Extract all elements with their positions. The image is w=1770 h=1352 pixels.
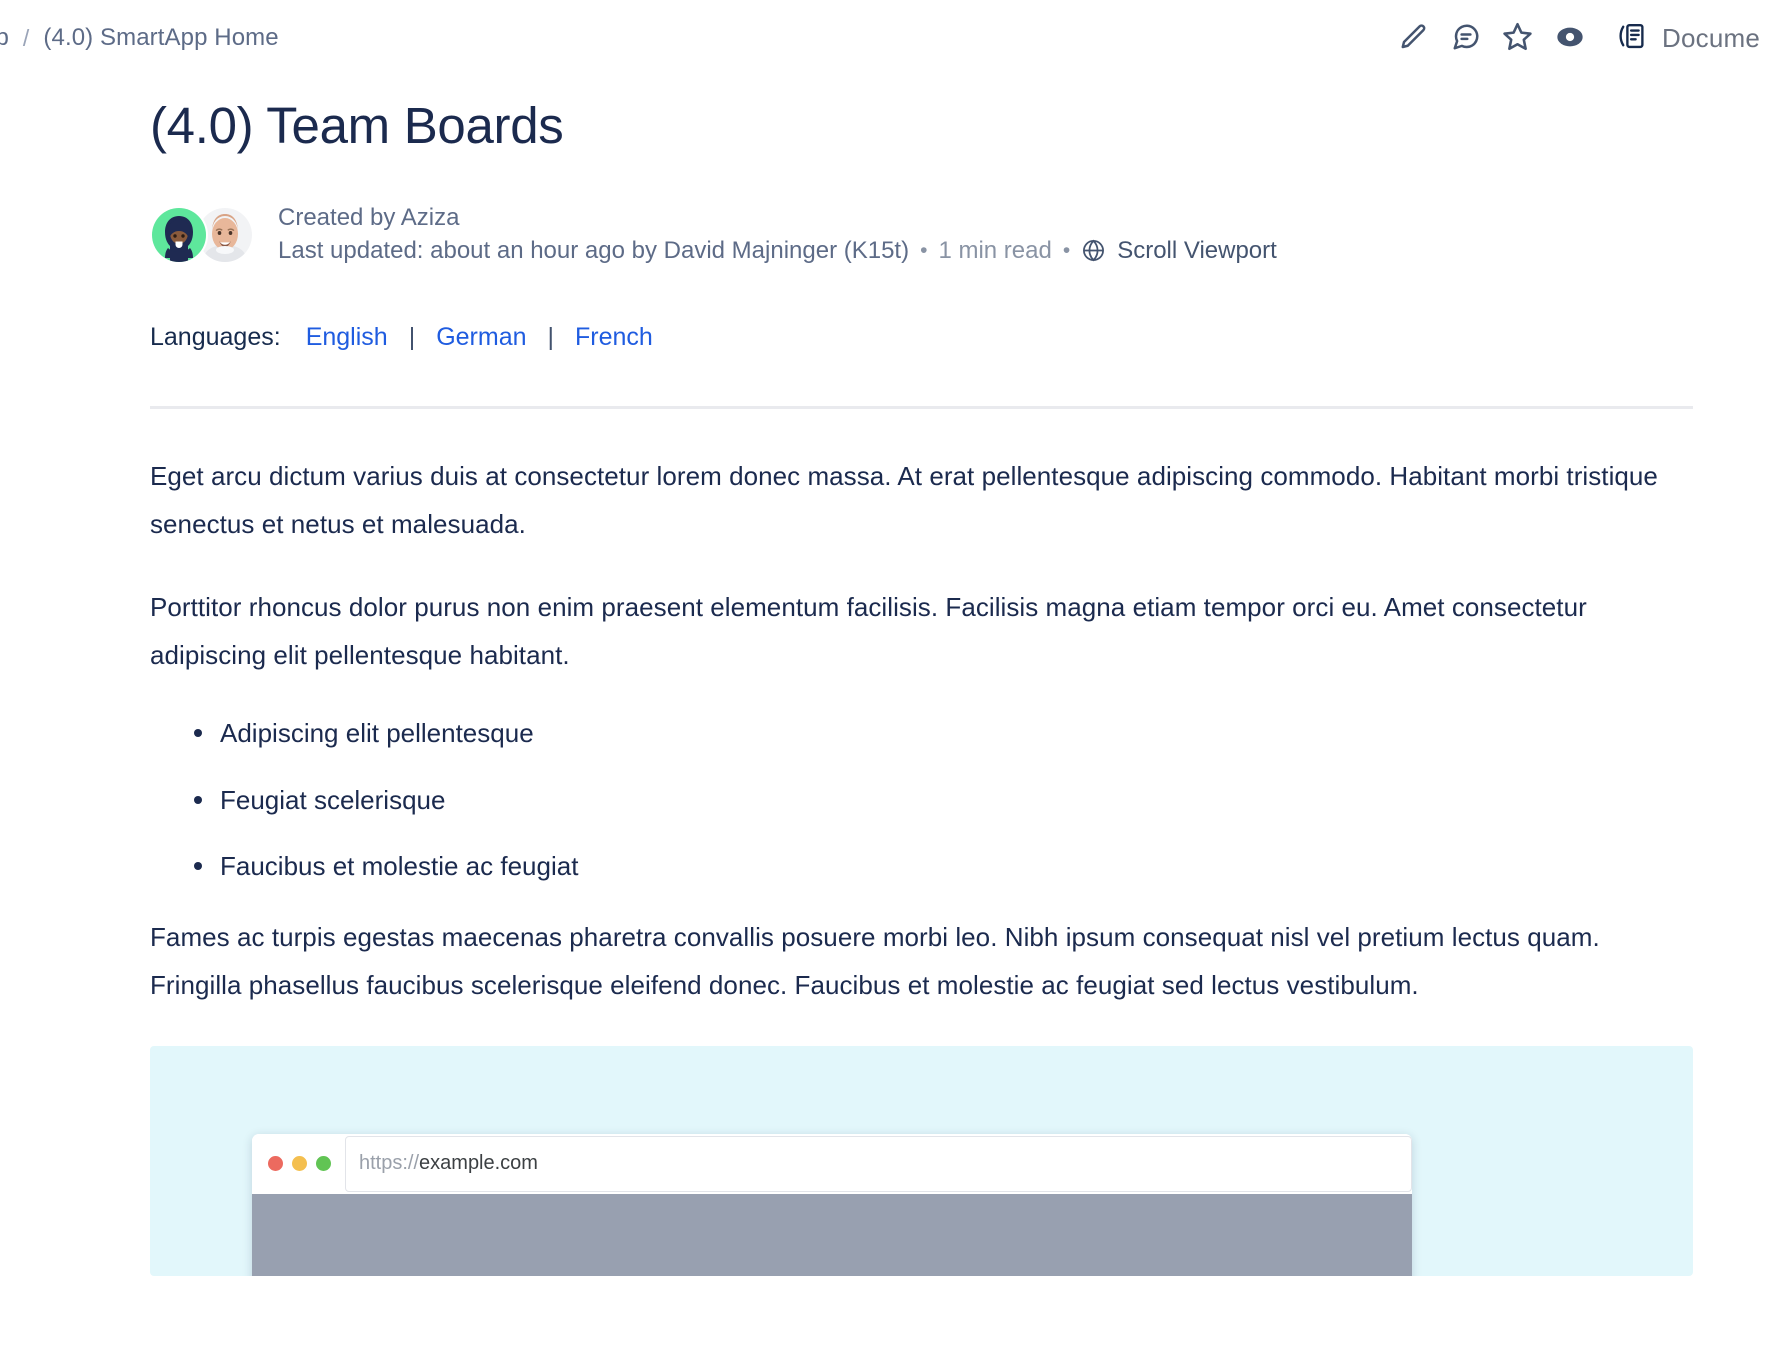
languages-pipe-1: | [409,323,416,352]
byline-updated-row: Last updated: about an hour ago by David… [278,235,1277,267]
languages-label: Languages: [150,323,281,352]
comment-button[interactable] [1440,12,1492,64]
minimize-dot-icon [292,1156,307,1171]
body-paragraph-2: Porttitor rhoncus dolor purus non enim p… [150,584,1693,679]
byline-separator-2: • [1063,237,1070,265]
page-content: (4.0) Team Boards [0,76,1770,1276]
body-paragraph-1: Eget arcu dictum varius duis at consecte… [150,453,1693,548]
top-bar: pp / (4.0) SmartApp Home [0,0,1770,76]
breadcrumb: pp / (4.0) SmartApp Home [0,24,279,52]
browser-url-bar[interactable]: https:// example.com [345,1136,1412,1192]
byline: Created by Aziza Last updated: about an … [150,202,1693,267]
document-icon [1618,21,1648,56]
list-item: Faucibus et molestie ac feugiat [194,848,1693,884]
browser-mockup: https:// example.com [252,1134,1412,1276]
close-dot-icon [268,1156,283,1171]
avatar-aziza[interactable] [150,206,208,264]
document-type-label: Docume [1662,23,1760,54]
page-body: Eget arcu dictum varius duis at consecte… [150,453,1693,1010]
scroll-viewport-link[interactable]: Scroll Viewport [1081,235,1277,267]
edit-button[interactable] [1388,12,1440,64]
body-bullet-list: Adipiscing elit pellentesque Feugiat sce… [150,715,1693,884]
browser-chrome: https:// example.com [252,1134,1412,1194]
pencil-icon [1399,22,1429,55]
url-scheme: https:// [359,1152,419,1175]
breadcrumb-separator: / [23,25,30,52]
body-paragraph-3: Fames ac turpis egestas maecenas pharetr… [150,914,1693,1009]
byline-created: Created by Aziza [278,202,1277,234]
byline-read-time: 1 min read [938,235,1051,267]
languages-pipe-2: | [548,323,555,352]
topbar-actions: Docume [1388,12,1770,64]
scroll-viewport-label: Scroll Viewport [1117,235,1277,267]
languages-row: Languages: English | German | French [150,323,1693,352]
byline-last-updated: Last updated: about an hour ago by David… [278,235,909,267]
traffic-lights [268,1156,331,1171]
language-link-german[interactable]: German [436,323,526,352]
page-title: (4.0) Team Boards [150,76,1693,156]
embedded-image-panel: https:// example.com [150,1046,1693,1276]
watch-button[interactable] [1544,12,1596,64]
watch-eye-icon [1554,21,1586,56]
maximize-dot-icon [316,1156,331,1171]
star-icon [1502,21,1533,55]
favorite-button[interactable] [1492,12,1544,64]
byline-created-text: Created by Aziza [278,202,459,234]
url-host: example.com [419,1152,538,1175]
language-link-english[interactable]: English [306,323,388,352]
language-link-french[interactable]: French [575,323,653,352]
byline-separator-1: • [920,237,927,265]
avatar-group [150,206,254,264]
breadcrumb-item-parent[interactable]: (4.0) SmartApp Home [43,24,278,52]
browser-viewport [252,1194,1412,1276]
globe-icon [1081,238,1106,263]
document-type-chip[interactable]: Docume [1618,21,1760,56]
list-item: Adipiscing elit pellentesque [194,715,1693,751]
comment-icon [1451,22,1481,55]
list-item: Feugiat scelerisque [194,782,1693,818]
breadcrumb-item-space[interactable]: pp [0,24,9,52]
content-divider [150,406,1693,409]
